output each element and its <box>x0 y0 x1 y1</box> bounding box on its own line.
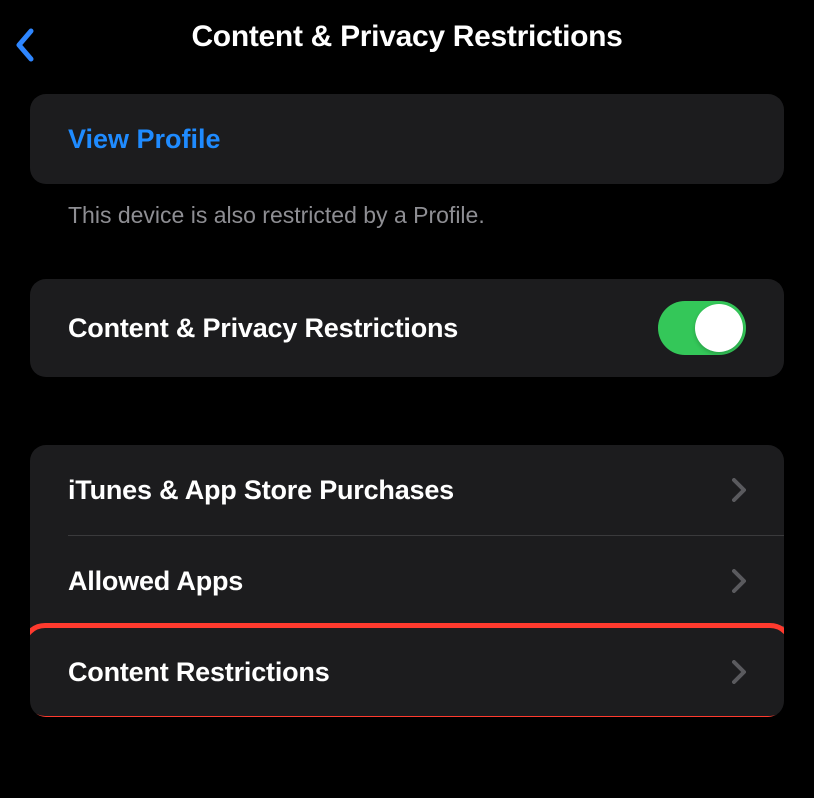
view-profile-row[interactable]: View Profile <box>30 94 784 184</box>
content-area: View Profile This device is also restric… <box>0 94 814 717</box>
master-toggle-row: Content & Privacy Restrictions <box>30 279 784 377</box>
profile-group: View Profile <box>30 94 784 184</box>
row-label: iTunes & App Store Purchases <box>68 475 732 506</box>
master-toggle-label: Content & Privacy Restrictions <box>68 313 658 344</box>
restrictions-group: iTunes & App Store Purchases Allowed App… <box>30 445 784 717</box>
chevron-left-icon <box>14 28 36 62</box>
back-button[interactable] <box>14 28 36 62</box>
itunes-purchases-row[interactable]: iTunes & App Store Purchases <box>30 445 784 535</box>
spacer <box>30 395 784 445</box>
row-label: Content Restrictions <box>68 657 732 688</box>
page-title: Content & Privacy Restrictions <box>20 20 794 54</box>
master-toggle-group: Content & Privacy Restrictions <box>30 279 784 377</box>
profile-footer-text: This device is also restricted by a Prof… <box>30 202 784 229</box>
toggle-knob <box>695 304 743 352</box>
row-label: Allowed Apps <box>68 566 732 597</box>
nav-header: Content & Privacy Restrictions <box>0 0 814 94</box>
chevron-right-icon <box>732 569 746 593</box>
allowed-apps-row[interactable]: Allowed Apps <box>30 536 784 626</box>
content-restrictions-row[interactable]: Content Restrictions <box>30 627 784 717</box>
master-toggle-switch[interactable] <box>658 301 746 355</box>
view-profile-label: View Profile <box>68 124 221 155</box>
content-restrictions-row-wrapper: Content Restrictions <box>30 627 784 717</box>
chevron-right-icon <box>732 660 746 684</box>
chevron-right-icon <box>732 478 746 502</box>
